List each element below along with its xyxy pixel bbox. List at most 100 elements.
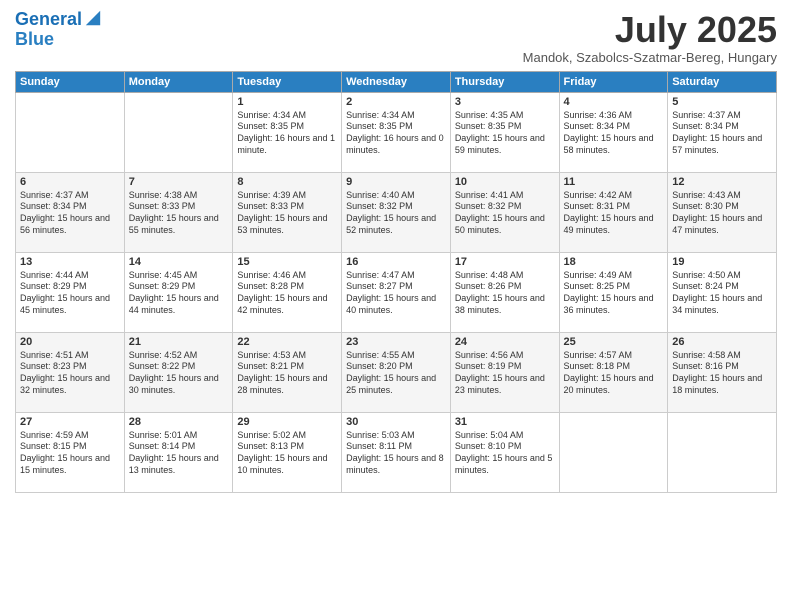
day-number: 2 bbox=[346, 96, 446, 108]
day-number: 16 bbox=[346, 256, 446, 268]
day-info: Sunrise: 4:37 AM Sunset: 8:34 PM Dayligh… bbox=[20, 190, 120, 237]
day-number: 22 bbox=[237, 336, 337, 348]
title-block: July 2025 Mandok, Szabolcs-Szatmar-Bereg… bbox=[523, 10, 777, 65]
day-number: 17 bbox=[455, 256, 555, 268]
day-info: Sunrise: 4:48 AM Sunset: 8:26 PM Dayligh… bbox=[455, 270, 555, 317]
logo-text-blue: Blue bbox=[15, 30, 102, 50]
cell-0-2: 1Sunrise: 4:34 AM Sunset: 8:35 PM Daylig… bbox=[233, 92, 342, 172]
cell-2-0: 13 Sunrise: 4:44 AM Sunset: 8:29 PM Dayli… bbox=[16, 252, 125, 332]
cell-4-3: 30Sunrise: 5:03 AM Sunset: 8:11 PM Dayli… bbox=[342, 412, 451, 492]
weekday-header-row: Sunday Monday Tuesday Wednesday Thursday… bbox=[16, 71, 777, 92]
cell-4-5 bbox=[559, 412, 668, 492]
day-info: Sunrise: 5:01 AM Sunset: 8:14 PM Dayligh… bbox=[129, 430, 229, 477]
header-friday: Friday bbox=[559, 71, 668, 92]
week-row-4: 27 Sunrise: 4:59 AM Sunset: 8:15 PM Dayli… bbox=[16, 412, 777, 492]
week-row-2: 13 Sunrise: 4:44 AM Sunset: 8:29 PM Dayli… bbox=[16, 252, 777, 332]
day-number: 18 bbox=[564, 256, 664, 268]
header-wednesday: Wednesday bbox=[342, 71, 451, 92]
header: General Blue July 2025 Mandok, Szabolcs-… bbox=[15, 10, 777, 65]
cell-3-3: 23Sunrise: 4:55 AM Sunset: 8:20 PM Dayli… bbox=[342, 332, 451, 412]
day-number: 9 bbox=[346, 176, 446, 188]
day-info: Sunrise: 4:40 AM Sunset: 8:32 PM Dayligh… bbox=[346, 190, 446, 237]
cell-1-5: 11Sunrise: 4:42 AM Sunset: 8:31 PM Dayli… bbox=[559, 172, 668, 252]
header-tuesday: Tuesday bbox=[233, 71, 342, 92]
day-info: Sunrise: 4:53 AM Sunset: 8:21 PM Dayligh… bbox=[237, 350, 337, 397]
day-info: Sunrise: 4:37 AM Sunset: 8:34 PM Dayligh… bbox=[672, 110, 772, 157]
cell-1-1: 7Sunrise: 4:38 AM Sunset: 8:33 PM Daylig… bbox=[124, 172, 233, 252]
day-info: Sunrise: 4:51 AM Sunset: 8:23 PM Dayligh… bbox=[20, 350, 120, 397]
day-number: 28 bbox=[129, 416, 229, 428]
day-number: 23 bbox=[346, 336, 446, 348]
day-info: Sunrise: 4:50 AM Sunset: 8:24 PM Dayligh… bbox=[672, 270, 772, 317]
day-info: Sunrise: 4:52 AM Sunset: 8:22 PM Dayligh… bbox=[129, 350, 229, 397]
day-info: Sunrise: 4:43 AM Sunset: 8:30 PM Dayligh… bbox=[672, 190, 772, 237]
day-info: Sunrise: 4:41 AM Sunset: 8:32 PM Dayligh… bbox=[455, 190, 555, 237]
calendar-table: Sunday Monday Tuesday Wednesday Thursday… bbox=[15, 71, 777, 493]
cell-2-6: 19 Sunrise: 4:50 AM Sunset: 8:24 PM Dayli… bbox=[668, 252, 777, 332]
day-info: Sunrise: 4:36 AM Sunset: 8:34 PM Dayligh… bbox=[564, 110, 664, 157]
location-title: Mandok, Szabolcs-Szatmar-Bereg, Hungary bbox=[523, 50, 777, 65]
day-info: Sunrise: 4:39 AM Sunset: 8:33 PM Dayligh… bbox=[237, 190, 337, 237]
page: General Blue July 2025 Mandok, Szabolcs-… bbox=[0, 0, 792, 612]
day-info: Sunrise: 4:42 AM Sunset: 8:31 PM Dayligh… bbox=[564, 190, 664, 237]
day-info: Sunrise: 4:57 AM Sunset: 8:18 PM Dayligh… bbox=[564, 350, 664, 397]
cell-0-5: 4 Sunrise: 4:36 AM Sunset: 8:34 PM Daylig… bbox=[559, 92, 668, 172]
day-number: 14 bbox=[129, 256, 229, 268]
day-info: Sunrise: 4:35 AM Sunset: 8:35 PM Dayligh… bbox=[455, 110, 555, 157]
cell-2-2: 15Sunrise: 4:46 AM Sunset: 8:28 PM Dayli… bbox=[233, 252, 342, 332]
day-number: 29 bbox=[237, 416, 337, 428]
day-info: Sunrise: 4:47 AM Sunset: 8:27 PM Dayligh… bbox=[346, 270, 446, 317]
day-info: Sunrise: 4:34 AM Sunset: 8:35 PM Dayligh… bbox=[346, 110, 446, 157]
day-info: Sunrise: 4:46 AM Sunset: 8:28 PM Dayligh… bbox=[237, 270, 337, 317]
month-title: July 2025 bbox=[523, 10, 777, 50]
day-info: Sunrise: 4:45 AM Sunset: 8:29 PM Dayligh… bbox=[129, 270, 229, 317]
day-number: 5 bbox=[672, 96, 772, 108]
cell-0-6: 5 Sunrise: 4:37 AM Sunset: 8:34 PM Daylig… bbox=[668, 92, 777, 172]
day-info: Sunrise: 5:03 AM Sunset: 8:11 PM Dayligh… bbox=[346, 430, 446, 477]
day-info: Sunrise: 5:04 AM Sunset: 8:10 PM Dayligh… bbox=[455, 430, 555, 477]
day-info: Sunrise: 4:58 AM Sunset: 8:16 PM Dayligh… bbox=[672, 350, 772, 397]
day-info: Sunrise: 4:56 AM Sunset: 8:19 PM Dayligh… bbox=[455, 350, 555, 397]
day-number: 8 bbox=[237, 176, 337, 188]
day-info: Sunrise: 4:59 AM Sunset: 8:15 PM Dayligh… bbox=[20, 430, 120, 477]
header-thursday: Thursday bbox=[450, 71, 559, 92]
day-number: 12 bbox=[672, 176, 772, 188]
cell-3-4: 24 Sunrise: 4:56 AM Sunset: 8:19 PM Dayli… bbox=[450, 332, 559, 412]
cell-4-4: 31 Sunrise: 5:04 AM Sunset: 8:10 PM Dayli… bbox=[450, 412, 559, 492]
day-info: Sunrise: 4:38 AM Sunset: 8:33 PM Dayligh… bbox=[129, 190, 229, 237]
week-row-1: 6 Sunrise: 4:37 AM Sunset: 8:34 PM Daylig… bbox=[16, 172, 777, 252]
logo-text-general: General bbox=[15, 10, 82, 30]
day-number: 24 bbox=[455, 336, 555, 348]
day-number: 26 bbox=[672, 336, 772, 348]
cell-3-5: 25 Sunrise: 4:57 AM Sunset: 8:18 PM Dayli… bbox=[559, 332, 668, 412]
cell-4-0: 27 Sunrise: 4:59 AM Sunset: 8:15 PM Dayli… bbox=[16, 412, 125, 492]
header-monday: Monday bbox=[124, 71, 233, 92]
cell-3-6: 26 Sunrise: 4:58 AM Sunset: 8:16 PM Dayli… bbox=[668, 332, 777, 412]
day-number: 4 bbox=[564, 96, 664, 108]
cell-2-4: 17 Sunrise: 4:48 AM Sunset: 8:26 PM Dayli… bbox=[450, 252, 559, 332]
cell-4-6 bbox=[668, 412, 777, 492]
cell-3-2: 22 Sunrise: 4:53 AM Sunset: 8:21 PM Dayli… bbox=[233, 332, 342, 412]
day-number: 31 bbox=[455, 416, 555, 428]
cell-1-3: 9 Sunrise: 4:40 AM Sunset: 8:32 PM Daylig… bbox=[342, 172, 451, 252]
logo: General Blue bbox=[15, 10, 102, 50]
cell-0-3: 2 Sunrise: 4:34 AM Sunset: 8:35 PM Daylig… bbox=[342, 92, 451, 172]
header-sunday: Sunday bbox=[16, 71, 125, 92]
day-info: Sunrise: 4:44 AM Sunset: 8:29 PM Dayligh… bbox=[20, 270, 120, 317]
cell-3-1: 21 Sunrise: 4:52 AM Sunset: 8:22 PM Dayli… bbox=[124, 332, 233, 412]
cell-0-4: 3Sunrise: 4:35 AM Sunset: 8:35 PM Daylig… bbox=[450, 92, 559, 172]
header-saturday: Saturday bbox=[668, 71, 777, 92]
week-row-0: 1 Sunrise: 4:34 AM Sunset: 8:35 PM Daylig… bbox=[16, 92, 777, 172]
day-number: 1 bbox=[237, 96, 337, 108]
day-number: 13 bbox=[20, 256, 120, 268]
day-info: Sunrise: 4:49 AM Sunset: 8:25 PM Dayligh… bbox=[564, 270, 664, 317]
day-number: 6 bbox=[20, 176, 120, 188]
day-number: 19 bbox=[672, 256, 772, 268]
day-number: 27 bbox=[20, 416, 120, 428]
cell-1-2: 8 Sunrise: 4:39 AM Sunset: 8:33 PM Daylig… bbox=[233, 172, 342, 252]
day-number: 10 bbox=[455, 176, 555, 188]
day-number: 21 bbox=[129, 336, 229, 348]
cell-4-1: 28 Sunrise: 5:01 AM Sunset: 8:14 PM Dayli… bbox=[124, 412, 233, 492]
day-number: 25 bbox=[564, 336, 664, 348]
cell-0-0 bbox=[16, 92, 125, 172]
